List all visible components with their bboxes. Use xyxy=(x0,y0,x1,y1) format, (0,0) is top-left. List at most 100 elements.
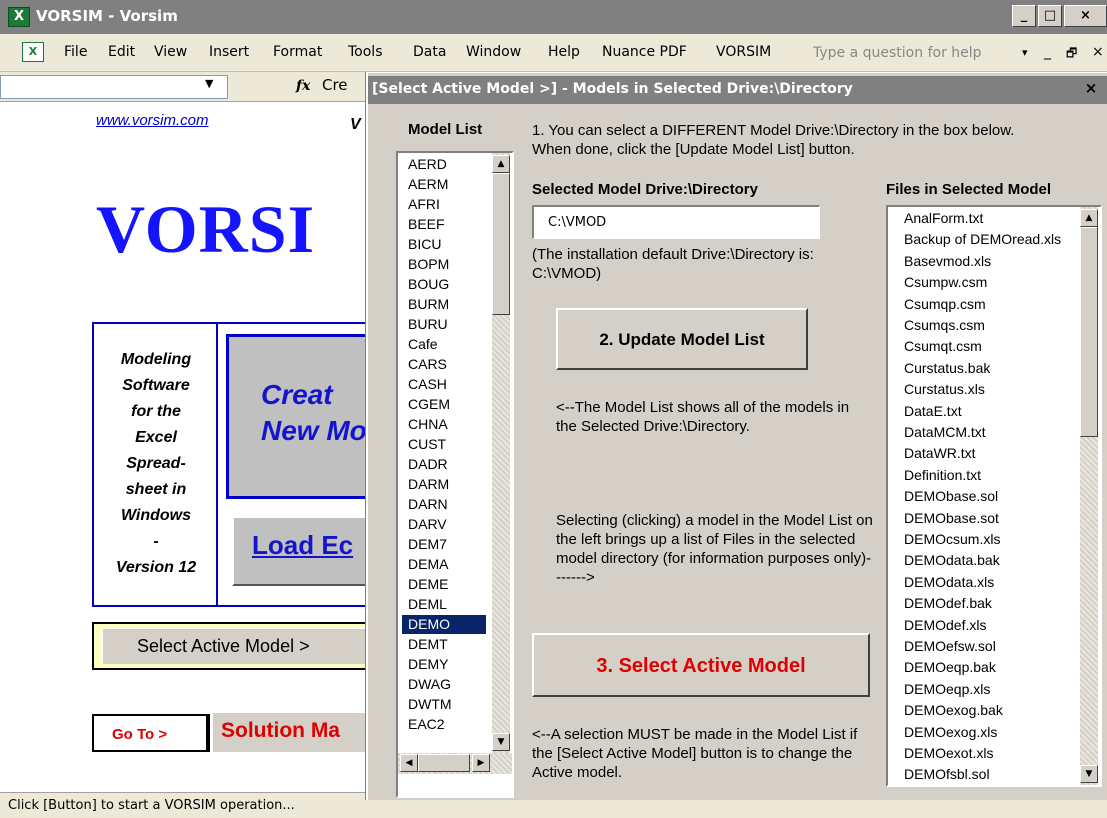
model-list-item[interactable]: BEEF xyxy=(402,215,486,234)
menu-nuance-pdf[interactable]: Nuance PDF xyxy=(602,44,687,60)
file-list-item[interactable]: Csumqs.csm xyxy=(898,316,985,335)
file-list-item[interactable]: DEMOdata.xls xyxy=(898,573,994,592)
file-list-item[interactable]: Backup of DEMOread.xls xyxy=(898,230,1061,249)
model-list-item[interactable]: AFRI xyxy=(402,195,486,214)
file-list-item[interactable]: DEMOeqp.bak xyxy=(898,658,996,677)
hscroll-thumb[interactable] xyxy=(418,754,470,772)
help-dropdown-icon[interactable]: ▾ xyxy=(1022,46,1028,59)
model-list-item[interactable]: DWTM xyxy=(402,695,486,714)
menu-file[interactable]: File xyxy=(64,44,87,60)
model-list-item[interactable]: DEMA xyxy=(402,555,486,574)
solution-manager-button[interactable]: Solution Ma xyxy=(212,712,382,752)
menu-view[interactable]: View xyxy=(154,44,187,60)
scroll-thumb[interactable] xyxy=(492,173,510,315)
file-list-item[interactable]: DEMOdef.bak xyxy=(898,594,992,613)
minimize-button[interactable]: _ xyxy=(1012,5,1036,27)
file-list-item[interactable]: Definition.txt xyxy=(898,466,981,485)
model-list-item[interactable]: CUST xyxy=(402,435,486,454)
select-active-model-button[interactable]: 3. Select Active Model xyxy=(532,633,870,697)
model-list-item[interactable]: CASH xyxy=(402,375,486,394)
file-list-item[interactable]: DEMOefsw.sol xyxy=(898,637,996,656)
file-list-item[interactable]: Curstatus.xls xyxy=(898,380,985,399)
dialog-close-button[interactable]: × xyxy=(1080,79,1102,99)
excel-icon[interactable]: X xyxy=(8,7,30,27)
doc-minimize-button[interactable]: _ xyxy=(1044,44,1051,60)
model-list-item[interactable]: CGEM xyxy=(402,395,486,414)
model-list-item[interactable]: DEML xyxy=(402,595,486,614)
file-list-item[interactable]: Csumpw.csm xyxy=(898,273,987,292)
scroll-right-icon[interactable]: ▶ xyxy=(472,754,490,772)
files-scroll-thumb[interactable] xyxy=(1080,227,1098,437)
model-list-hscrollbar[interactable]: ◀ ▶ xyxy=(398,753,512,774)
create-new-model-button[interactable]: Creat New Mo xyxy=(226,334,376,499)
model-list-scrollbar[interactable]: ▲ ▼ xyxy=(492,153,510,753)
model-list-item[interactable]: EAC2 xyxy=(402,715,486,734)
model-list-item[interactable]: BOUG xyxy=(402,275,486,294)
directory-input[interactable]: C:\VMOD xyxy=(532,205,820,239)
model-list-item[interactable]: DARV xyxy=(402,515,486,534)
model-list-item[interactable]: DEM7 xyxy=(402,535,486,554)
menu-window[interactable]: Window xyxy=(466,44,521,60)
files-list[interactable]: AnalForm.txt Backup of DEMOread.xls Basevm… xyxy=(886,205,1102,787)
file-list-item[interactable]: DEMOcsum.xls xyxy=(898,530,1000,549)
file-list-item[interactable]: DEMObase.sol xyxy=(898,487,998,506)
load-model-button[interactable]: Load Ec xyxy=(232,516,382,586)
model-list-item[interactable]: AERM xyxy=(402,175,486,194)
maximize-button[interactable]: □ xyxy=(1038,5,1062,27)
scroll-down-icon[interactable]: ▼ xyxy=(492,733,510,751)
model-list-item[interactable]: DEMT xyxy=(402,635,486,654)
files-scroll-up-icon[interactable]: ▲ xyxy=(1080,209,1098,227)
doc-close-button[interactable]: × xyxy=(1092,44,1104,60)
file-list-item[interactable]: DEMOexog.xls xyxy=(898,723,997,742)
formula-content[interactable]: Cre xyxy=(322,76,348,94)
menu-insert[interactable]: Insert xyxy=(209,44,249,60)
file-list-item[interactable]: DataMCM.txt xyxy=(898,423,986,442)
model-list-item[interactable]: DWAG xyxy=(402,675,486,694)
menu-help[interactable]: Help xyxy=(548,44,580,60)
file-list-item[interactable]: DEMOdata.bak xyxy=(898,551,1000,570)
file-list-item[interactable]: DataWR.txt xyxy=(898,444,976,463)
doc-restore-button[interactable]: 🗗 xyxy=(1066,44,1077,65)
files-list-scrollbar[interactable]: ▲ ▼ xyxy=(1080,207,1098,785)
file-list-item[interactable]: Csumqp.csm xyxy=(898,295,986,314)
file-list-item[interactable]: Csumqt.csm xyxy=(898,337,982,356)
menu-vorsim[interactable]: VORSIM xyxy=(716,44,771,60)
file-list-item[interactable]: DEMOdef.xls xyxy=(898,616,986,635)
file-list-item[interactable]: AnalForm.txt xyxy=(898,209,983,228)
menu-data[interactable]: Data xyxy=(413,44,446,60)
model-list-item[interactable]: DARN xyxy=(402,495,486,514)
scroll-up-icon[interactable]: ▲ xyxy=(492,155,510,173)
file-list-item[interactable]: DEMOfsbl.sol xyxy=(898,765,990,784)
menu-edit[interactable]: Edit xyxy=(108,44,135,60)
model-list-item[interactable]: Cafe xyxy=(402,335,486,354)
scroll-left-icon[interactable]: ◀ xyxy=(400,754,418,772)
model-list-item[interactable]: DARM xyxy=(402,475,486,494)
model-list-item[interactable]: DADR xyxy=(402,455,486,474)
model-list-item[interactable]: CARS xyxy=(402,355,486,374)
model-list-item[interactable]: DEME xyxy=(402,575,486,594)
workbook-icon[interactable]: X xyxy=(22,42,44,62)
model-list-item[interactable]: DEMO xyxy=(402,615,486,635)
file-list-item[interactable]: DEMOexot.xls xyxy=(898,744,993,763)
file-list-item[interactable]: DEMObase.sot xyxy=(898,509,999,528)
file-list-item[interactable]: DEMOexog.bak xyxy=(898,701,1003,720)
file-list-item[interactable]: Curstatus.bak xyxy=(898,359,990,378)
files-scroll-down-icon[interactable]: ▼ xyxy=(1080,765,1098,783)
help-search-input[interactable]: Type a question for help xyxy=(813,42,1013,64)
file-list-item[interactable]: Basevmod.xls xyxy=(898,252,991,271)
update-model-list-button[interactable]: 2. Update Model List xyxy=(556,308,808,370)
file-list-item[interactable]: DEMOeqp.xls xyxy=(898,680,990,699)
model-list-item[interactable]: BICU xyxy=(402,235,486,254)
model-list-item[interactable]: BURM xyxy=(402,295,486,314)
model-list-item[interactable]: DEMY xyxy=(402,655,486,674)
name-box-dropdown-icon[interactable]: ▼ xyxy=(205,77,213,90)
menu-format[interactable]: Format xyxy=(273,44,322,60)
model-list[interactable]: AERD AERM AFRI BEEF BICU BOPM BOUG BURM BURU Cafe… xyxy=(396,151,514,798)
model-list-item[interactable]: CHNA xyxy=(402,415,486,434)
model-list-item[interactable]: BOPM xyxy=(402,255,486,274)
file-list-item[interactable]: DataE.txt xyxy=(898,402,962,421)
fx-icon[interactable]: fx xyxy=(296,78,310,94)
menu-tools[interactable]: Tools xyxy=(348,44,383,60)
vorsim-website-link[interactable]: www.vorsim.com xyxy=(96,112,209,129)
model-list-item[interactable]: BURU xyxy=(402,315,486,334)
